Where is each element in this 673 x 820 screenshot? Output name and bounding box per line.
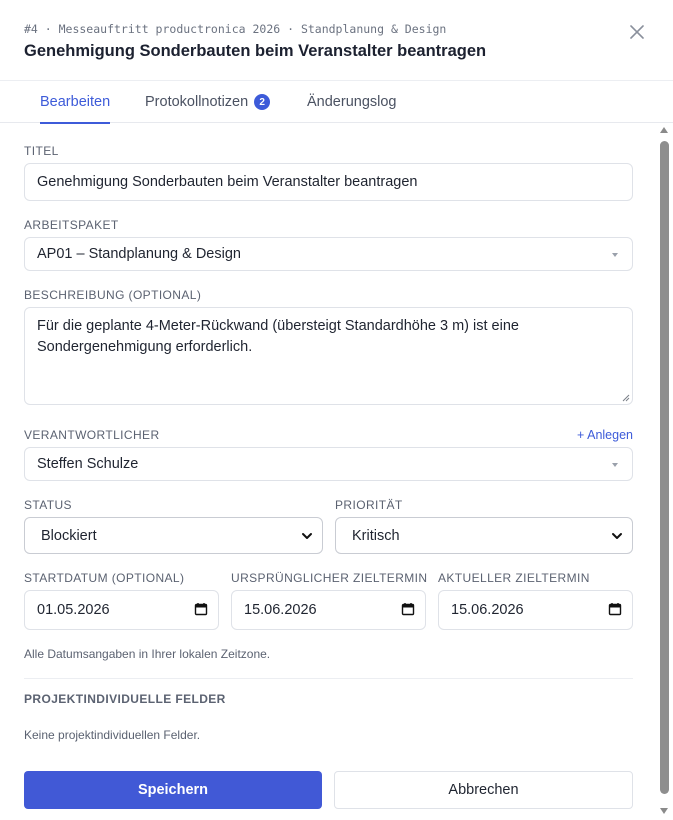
start-date-value: 01.05.2026 bbox=[37, 602, 110, 618]
status-select[interactable]: Blockiert bbox=[24, 517, 323, 554]
calendar-icon[interactable] bbox=[401, 602, 415, 616]
custom-fields-label: PROJEKTINDIVIDUELLE FELDER bbox=[24, 692, 226, 706]
tab-protokollnotizen[interactable]: Protokollnotizen 2 bbox=[145, 81, 271, 123]
current-due-value: 15.06.2026 bbox=[451, 602, 524, 618]
close-button[interactable] bbox=[627, 22, 647, 42]
owner-label: VERANTWORTLICHER bbox=[24, 428, 160, 442]
original-due-value: 15.06.2026 bbox=[244, 602, 317, 618]
priority-select[interactable]: Kritisch bbox=[335, 517, 633, 554]
status-label: STATUS bbox=[24, 498, 72, 512]
status-select-value: Blockiert bbox=[41, 527, 97, 544]
timezone-hint: Alle Datumsangaben in Ihrer lokalen Zeit… bbox=[24, 647, 271, 661]
description-text: Für die geplante 4-Meter-Rückwand (übers… bbox=[37, 318, 519, 355]
notes-count-badge: 2 bbox=[254, 94, 271, 110]
save-button[interactable]: Speichern bbox=[24, 771, 322, 809]
scrollbar-thumb[interactable] bbox=[660, 141, 669, 794]
section-divider bbox=[24, 678, 633, 679]
tab-bar: Bearbeiten Protokollnotizen 2 Änderungsl… bbox=[0, 81, 673, 124]
title-input[interactable]: Genehmigung Sonderbauten beim Veranstalt… bbox=[24, 163, 633, 201]
chevron-down-icon bbox=[302, 533, 312, 539]
calendar-icon[interactable] bbox=[608, 602, 622, 616]
start-date-label: STARTDATUM (OPTIONAL) bbox=[24, 571, 185, 585]
title-input-value: Genehmigung Sonderbauten beim Veranstalt… bbox=[37, 174, 418, 190]
package-select[interactable]: AP01 – Standplanung & Design bbox=[24, 237, 633, 271]
dialog-header: #4 · Messeauftritt productronica 2026 · … bbox=[0, 0, 673, 81]
dialog-title: Genehmigung Sonderbauten beim Veranstalt… bbox=[24, 42, 487, 60]
priority-select-value: Kritisch bbox=[352, 527, 400, 544]
edit-task-dialog: #4 · Messeauftritt productronica 2026 · … bbox=[0, 0, 673, 820]
resize-handle-icon[interactable] bbox=[622, 394, 630, 402]
chevron-down-icon bbox=[612, 533, 622, 539]
tab-label: Protokollnotizen bbox=[145, 94, 249, 110]
package-label: ARBEITSPAKET bbox=[24, 218, 119, 232]
current-due-input[interactable]: 15.06.2026 bbox=[438, 590, 633, 630]
cancel-button[interactable]: Abbrechen bbox=[334, 771, 633, 809]
tab-label: Bearbeiten bbox=[40, 94, 111, 110]
owner-select[interactable]: Steffen Schulze bbox=[24, 447, 633, 481]
current-due-label: AKTUELLER ZIELTERMIN bbox=[438, 571, 590, 585]
scroll-up-arrow-icon[interactable] bbox=[660, 127, 668, 133]
package-select-value: AP01 – Standplanung & Design bbox=[37, 246, 241, 262]
breadcrumb: #4 · Messeauftritt productronica 2026 · … bbox=[24, 22, 447, 36]
custom-fields-empty: Keine projektindividuellen Felder. bbox=[24, 728, 201, 742]
start-date-input[interactable]: 01.05.2026 bbox=[24, 590, 219, 630]
close-icon bbox=[630, 25, 644, 39]
original-due-label: URSPRÜNGLICHER ZIELTERMIN bbox=[231, 571, 428, 585]
original-due-input[interactable]: 15.06.2026 bbox=[231, 590, 426, 630]
calendar-icon[interactable] bbox=[194, 602, 208, 616]
tab-bearbeiten[interactable]: Bearbeiten bbox=[40, 81, 111, 124]
chevron-down-icon bbox=[612, 463, 618, 467]
title-label: TITEL bbox=[24, 144, 59, 158]
scroll-down-arrow-icon[interactable] bbox=[660, 808, 668, 814]
description-label: BESCHREIBUNG (OPTIONAL) bbox=[24, 288, 202, 302]
chevron-down-icon bbox=[612, 253, 618, 257]
owner-select-value: Steffen Schulze bbox=[37, 456, 139, 472]
description-textarea[interactable]: Für die geplante 4-Meter-Rückwand (übers… bbox=[24, 307, 633, 405]
add-owner-link[interactable]: + Anlegen bbox=[577, 428, 633, 442]
tab-label: Änderungslog bbox=[307, 94, 397, 110]
priority-label: PRIORITÄT bbox=[335, 498, 403, 512]
tab-aenderungslog[interactable]: Änderungslog bbox=[307, 81, 397, 123]
